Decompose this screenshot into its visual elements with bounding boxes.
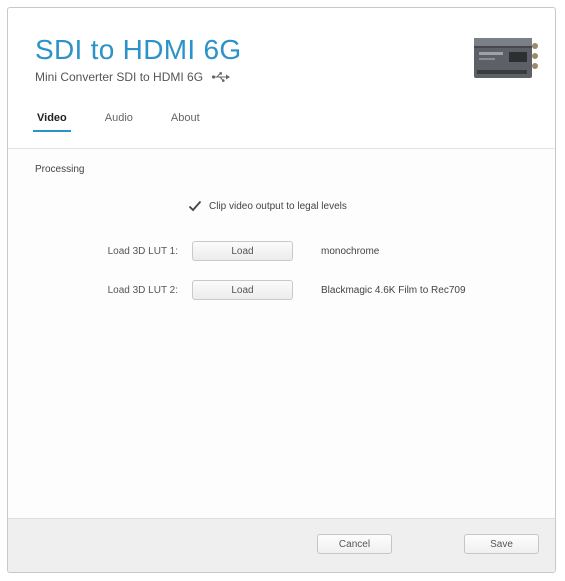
lut-1-value: monochrome [321, 245, 380, 257]
footer-bar: Cancel Save [8, 518, 555, 572]
header: SDI to HDMI 6G Mini Converter SDI to HDM… [8, 8, 555, 156]
tab-bar: Video Audio About [25, 108, 226, 132]
device-thumbnail-image [471, 28, 539, 86]
utility-window: SDI to HDMI 6G Mini Converter SDI to HDM… [7, 7, 556, 573]
video-settings-panel: Processing Clip video output to legal le… [8, 149, 555, 519]
usb-icon [211, 71, 231, 83]
page-title: SDI to HDMI 6G [35, 34, 242, 65]
tab-audio[interactable]: Audio [93, 108, 145, 132]
cancel-button[interactable]: Cancel [317, 534, 392, 554]
lut-2-value: Blackmagic 4.6K Film to Rec709 [321, 284, 466, 296]
device-model-label: Mini Converter SDI to HDMI 6G [35, 70, 204, 84]
lut-1-label: Load 3D LUT 1: [107, 245, 178, 257]
tab-video[interactable]: Video [25, 108, 79, 132]
processing-section-label: Processing [35, 164, 85, 175]
lut-1-row: Load 3D LUT 1: Load monochrome [8, 240, 555, 262]
clip-video-checkbox-row[interactable]: Clip video output to legal levels [188, 200, 347, 212]
save-button[interactable]: Save [464, 534, 539, 554]
lut-2-label: Load 3D LUT 2: [107, 284, 178, 296]
checkmark-icon[interactable] [188, 200, 202, 212]
tab-about[interactable]: About [159, 108, 212, 132]
lut-2-row: Load 3D LUT 2: Load Blackmagic 4.6K Film… [8, 279, 555, 301]
load-lut-2-button[interactable]: Load [192, 280, 293, 300]
subtitle-row: Mini Converter SDI to HDMI 6G [35, 70, 231, 84]
load-lut-1-button[interactable]: Load [192, 241, 293, 261]
clip-video-label: Clip video output to legal levels [209, 200, 347, 212]
